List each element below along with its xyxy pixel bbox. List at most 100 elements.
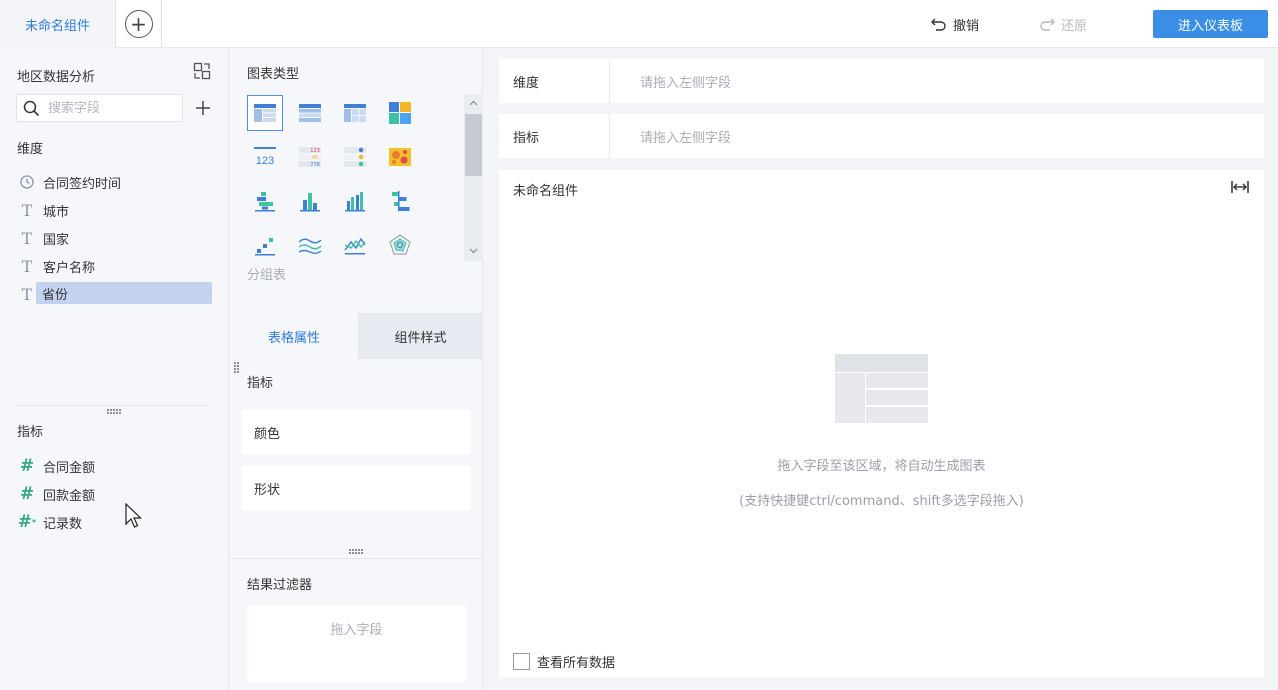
- color-property[interactable]: 颜色: [242, 410, 471, 454]
- multi-bar-icon: [300, 193, 320, 212]
- chart-type-heatmap[interactable]: [382, 139, 418, 175]
- stacked-bar-icon: [255, 192, 275, 212]
- field-label: 回款金额: [43, 488, 96, 504]
- mouse-cursor-icon: [125, 503, 142, 528]
- column-chart-icon: [345, 192, 365, 212]
- measure-section-label: 指标: [17, 425, 44, 440]
- chart-type-indicator-list[interactable]: [337, 139, 373, 175]
- panel-divider: [16, 405, 211, 406]
- view-all-label: 查看所有数据: [537, 656, 616, 671]
- chart-type-number-table[interactable]: 123 45 778: [292, 139, 328, 175]
- dimension-row-label: 维度: [513, 75, 540, 91]
- empty-hint: 拖入字段至该区域，将自动生成图表: [777, 459, 986, 474]
- add-field-icon[interactable]: [193, 98, 213, 118]
- dimension-drop-row[interactable]: 维度 请拖入左侧字段: [499, 59, 1264, 103]
- field-item-payment-amount[interactable]: # 回款金额: [0, 480, 229, 508]
- chart-type-scatter[interactable]: [247, 227, 283, 263]
- dataset-title: 地区数据分析: [17, 70, 96, 85]
- dimension-section-label: 维度: [17, 142, 44, 157]
- field-label: 合同金额: [43, 460, 96, 476]
- indicator-list-icon: [344, 147, 366, 167]
- chart-type-radar[interactable]: [382, 227, 418, 263]
- undo-button[interactable]: 撤销: [930, 12, 979, 36]
- number-table-icon: 123 45 778: [299, 147, 321, 168]
- chevron-up-icon[interactable]: [468, 98, 479, 109]
- tab-label: 组件样式: [394, 330, 447, 346]
- number-type-icon: #: [19, 456, 35, 476]
- record-count-icon: # *: [17, 512, 37, 532]
- dimension-list: 合同签约时间 T 城市 T 国家 T 客户名称 T 省份: [0, 168, 229, 308]
- search-input[interactable]: [48, 100, 168, 116]
- chart-type-area-line[interactable]: [337, 227, 373, 263]
- field-item-country[interactable]: T 国家: [0, 224, 229, 252]
- scrollbar-thumb[interactable]: [465, 114, 482, 176]
- property-tabs: 表格属性 组件样式: [230, 313, 483, 359]
- filter-drop-hint: 拖入字段: [330, 623, 383, 638]
- tab-unnamed-component[interactable]: 未命名组件: [0, 0, 116, 48]
- top-bar: 未命名组件 + 撤销 还原 进入仪表板: [0, 0, 1278, 48]
- chart-type-grid: 123 123 45 778: [246, 94, 466, 262]
- measure-row-hint: 请拖入左侧字段: [640, 130, 732, 146]
- field-label: 客户名称: [43, 260, 96, 276]
- heatmap-icon: [389, 148, 411, 166]
- field-search[interactable]: [16, 94, 183, 122]
- detail-table-icon: [299, 104, 321, 122]
- enter-dashboard-button[interactable]: 进入仪表板: [1153, 10, 1268, 38]
- measure-list: # 合同金额 # 回款金额 # * 记录数: [0, 452, 229, 536]
- number-card-icon: 123: [254, 147, 276, 167]
- view-all-checkbox[interactable]: [513, 653, 530, 670]
- field-label: 合同签约时间: [43, 176, 122, 192]
- field-label: 城市: [43, 204, 70, 220]
- field-item-record-count[interactable]: # * 记录数: [0, 508, 229, 536]
- chevron-down-icon[interactable]: [468, 245, 479, 256]
- field-item-province[interactable]: T 省份: [0, 280, 229, 308]
- result-filter-dropzone[interactable]: 拖入字段: [247, 605, 466, 682]
- add-tab-button[interactable]: +: [116, 0, 162, 48]
- chart-type-grouped-table[interactable]: [247, 95, 283, 131]
- panel-divider: [230, 558, 483, 559]
- redo-button[interactable]: 还原: [1038, 12, 1087, 36]
- dimension-row-hint: 请拖入左侧字段: [640, 75, 732, 91]
- resize-handle[interactable]: [234, 362, 239, 373]
- undo-icon: [931, 18, 946, 31]
- chart-type-line[interactable]: [292, 227, 328, 263]
- chart-type-column[interactable]: [337, 183, 373, 219]
- measure-drop-row[interactable]: 指标 请拖入左侧字段: [499, 114, 1264, 158]
- chart-type-stacked-bar[interactable]: [247, 183, 283, 219]
- plus-circle-icon: +: [124, 10, 153, 38]
- resize-handle[interactable]: [349, 549, 363, 554]
- chart-canvas[interactable]: 未命名组件 拖入字段至该区域，将自动生成图表 (支持快捷键ctrl/comman…: [499, 170, 1264, 677]
- line-icon: [298, 238, 322, 254]
- measure-row-label: 指标: [513, 130, 540, 146]
- scatter-icon: [255, 238, 275, 256]
- field-item-city[interactable]: T 城市: [0, 196, 229, 224]
- shape-property-label: 形状: [254, 482, 281, 498]
- switch-dataset-icon[interactable]: [193, 62, 211, 80]
- resize-handle[interactable]: [107, 409, 121, 414]
- chart-type-title: 图表类型: [247, 67, 300, 82]
- chart-config-panel: 图表类型 123 123 45 778 分组表 表格属性 组件样式 指标 颜色 …: [230, 48, 483, 690]
- chart-type-treemap[interactable]: [382, 95, 418, 131]
- tab-component-style[interactable]: 组件样式: [358, 313, 483, 359]
- view-all-data-toggle[interactable]: 查看所有数据: [513, 652, 615, 671]
- chart-type-multi-bar[interactable]: [292, 183, 328, 219]
- enter-dashboard-label: 进入仪表板: [1177, 18, 1243, 34]
- result-filter-title: 结果过滤器: [247, 578, 313, 593]
- field-item-customer-name[interactable]: T 客户名称: [0, 252, 229, 280]
- chart-type-horizontal-bar[interactable]: [382, 183, 418, 219]
- treemap-icon: [389, 102, 411, 124]
- horizontal-bar-icon: [392, 191, 410, 211]
- field-item-contract-sign-time[interactable]: 合同签约时间: [0, 168, 229, 196]
- row-divider: [609, 114, 610, 158]
- chart-type-scrollbar[interactable]: [464, 94, 483, 261]
- field-item-contract-amount[interactable]: # 合同金额: [0, 452, 229, 480]
- tab-table-properties[interactable]: 表格属性: [230, 313, 358, 359]
- fit-width-icon[interactable]: [1230, 178, 1250, 196]
- tab-label: 表格属性: [267, 330, 320, 346]
- shape-property[interactable]: 形状: [242, 466, 471, 510]
- chart-type-cross-table[interactable]: [337, 95, 373, 131]
- chart-type-detail-table[interactable]: [292, 95, 328, 131]
- field-label: 记录数: [43, 516, 83, 532]
- radar-icon: [389, 234, 411, 255]
- chart-type-number-card[interactable]: 123: [247, 139, 283, 175]
